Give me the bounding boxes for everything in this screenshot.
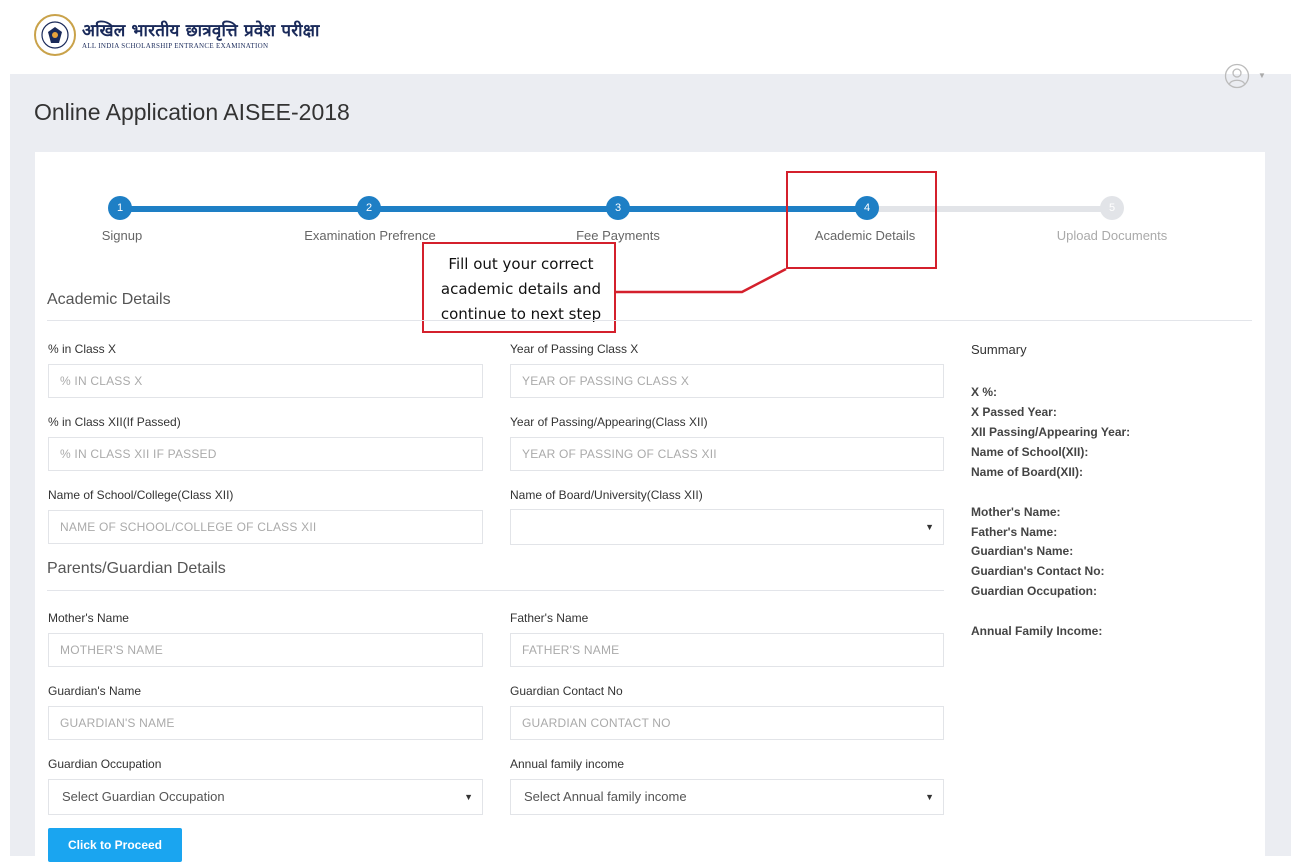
step-5-label: Upload Documents [1056,228,1168,243]
summary-guardian-occupation: Guardian Occupation: [971,584,1098,598]
academic-section-title: Academic Details [47,291,171,308]
class-x-label: % in Class X [48,342,117,356]
chevron-down-icon: ▼ [464,792,473,802]
occupation-label: Guardian Occupation [48,757,162,771]
step-2-label[interactable]: Examination Prefrence [270,228,470,243]
summary-guardian-contact: Guardian's Contact No: [971,564,1105,578]
guardian-input[interactable]: GUARDIAN'S NAME [48,706,483,740]
board-select[interactable]: ▼ [510,509,944,545]
class-xii-label: % in Class XII(If Passed) [48,415,181,429]
callout-line-1: Fill out your correct [448,255,594,273]
guardian-contact-input[interactable]: GUARDIAN CONTACT NO [510,706,944,740]
chevron-down-icon[interactable]: ▼ [1258,71,1266,80]
summary-guardian: Guardian's Name: [971,544,1074,558]
school-label: Name of School/College(Class XII) [48,488,234,502]
board-label: Name of Board/University(Class XII) [510,488,703,502]
step-highlight-box [786,171,937,269]
summary-xii-year: XII Passing/Appearing Year: [971,425,1131,439]
year-xii-label: Year of Passing/Appearing(Class XII) [510,415,708,429]
logo-english-text: ALL INDIA SCHOLARSHIP ENTRANCE EXAMINATI… [82,42,269,50]
chevron-down-icon: ▼ [925,522,934,532]
mother-label: Mother's Name [48,611,129,625]
summary-title: Summary [971,342,1027,357]
year-x-label: Year of Passing Class X [510,342,639,356]
academic-divider [47,320,1252,321]
parents-section-title: Parents/Guardian Details [47,560,226,577]
step-2-dot[interactable]: 2 [357,196,381,220]
top-bar: अखिल भारतीय छात्रवृत्ति प्रवेश परीक्षा A… [0,0,1291,74]
summary-board: Name of Board(XII): [971,465,1084,479]
summary-income: Annual Family Income: [971,624,1103,638]
step-1-dot[interactable]: 1 [108,196,132,220]
logo-hindi-text: अखिल भारतीय छात्रवृत्ति प्रवेश परीक्षा [82,21,320,41]
chevron-down-icon: ▼ [925,792,934,802]
father-input[interactable]: FATHER'S NAME [510,633,944,667]
callout-line-2: academic details and [440,280,602,298]
guardian-label: Guardian's Name [48,684,141,698]
guardian-contact-label: Guardian Contact No [510,684,623,698]
year-xii-input[interactable]: YEAR OF PASSING OF CLASS XII [510,437,944,471]
income-label: Annual family income [510,757,625,771]
aisee-logo-icon [34,14,76,56]
step-1-label[interactable]: Signup [22,228,222,243]
summary-mother: Mother's Name: [971,505,1061,519]
mother-input[interactable]: MOTHER'S NAME [48,633,483,667]
progress-track-complete [120,206,867,212]
year-x-input[interactable]: YEAR OF PASSING CLASS X [510,364,944,398]
father-label: Father's Name [510,611,589,625]
school-input[interactable]: NAME OF SCHOOL/COLLEGE OF CLASS XII [48,510,483,544]
occupation-select[interactable]: Select Guardian Occupation ▼ [48,779,483,815]
summary-school: Name of School(XII): [971,445,1089,459]
application-card [35,152,1265,856]
step-3-dot[interactable]: 3 [606,196,630,220]
summary-x-percent: X %: [971,385,998,399]
income-select[interactable]: Select Annual family income ▼ [510,779,944,815]
income-select-value: Select Annual family income [524,789,687,804]
summary-father: Father's Name: [971,525,1058,539]
parents-divider [47,590,944,591]
step-3-label[interactable]: Fee Payments [518,228,718,243]
page-title: Online Application AISEE-2018 [34,99,350,125]
summary-x-passed-year: X Passed Year: [971,405,1057,419]
proceed-button[interactable]: Click to Proceed [48,828,182,862]
class-x-input[interactable]: % IN CLASS X [48,364,483,398]
occupation-select-value: Select Guardian Occupation [62,789,225,804]
user-circle-icon[interactable] [1224,63,1250,89]
step-5-dot: 5 [1100,196,1124,220]
callout-line-3: continue to next step [440,305,602,323]
class-xii-input[interactable]: % IN CLASS XII IF PASSED [48,437,483,471]
